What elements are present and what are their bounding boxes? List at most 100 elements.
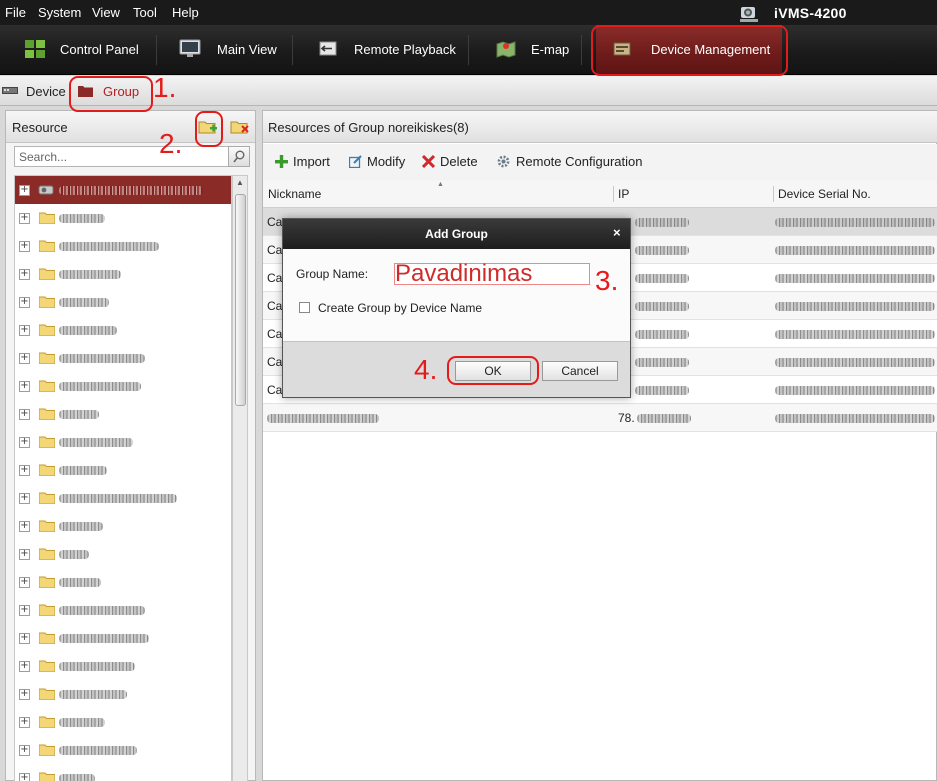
resource-search-input[interactable] [14,146,231,167]
folder-icon [39,548,55,560]
action-bar: Import Modify Delete Remote Configuratio… [263,144,937,180]
expand-icon[interactable]: + [19,297,30,308]
folder-icon [39,716,55,728]
tree-node[interactable]: + [15,288,231,316]
tab-device[interactable]: Device [0,76,68,106]
menu-file[interactable]: File [5,5,26,20]
folder-icon [39,492,55,504]
delete-group-icon[interactable] [230,118,250,136]
tree-node[interactable]: + [15,652,231,680]
edit-icon [349,155,362,168]
expand-icon[interactable]: + [19,549,30,560]
expand-icon[interactable]: + [19,465,30,476]
folder-icon [39,380,55,392]
tree-node[interactable]: + [15,736,231,764]
resource-tree[interactable]: + + + + + + + + + + + + + + + + + + + + … [14,175,232,781]
tree-node[interactable]: + [15,708,231,736]
menu-view[interactable]: View [92,5,120,20]
close-icon[interactable]: × [613,225,621,240]
tree-node[interactable]: + [15,316,231,344]
menu-system[interactable]: System [38,5,81,20]
group-resources-panel: Resources of Group noreikiskes(8) Import… [262,110,937,781]
expand-icon[interactable]: + [19,689,30,700]
tree-node[interactable]: + [15,568,231,596]
device-tab-icon [2,87,18,94]
dialog-title: Add Group [425,227,488,241]
expand-icon[interactable]: + [19,633,30,644]
delete-icon [422,155,435,168]
expand-icon[interactable]: + [19,325,30,336]
folder-icon [39,324,55,336]
toolbar-remote-playback[interactable]: Remote Playback [293,25,468,75]
scroll-up-icon[interactable]: ▲ [236,178,244,187]
expand-icon[interactable]: + [19,381,30,392]
expand-icon[interactable]: + [19,605,30,616]
folder-icon [39,464,55,476]
app-name: iVMS-4200 [774,5,847,21]
tree-node[interactable]: + [15,596,231,624]
expand-icon[interactable]: + [19,717,30,728]
expand-icon[interactable]: + [19,241,30,252]
tree-node[interactable]: + [15,624,231,652]
menu-bar: File System View Tool Help iVMS-4200 [0,0,937,25]
toolbar-label: Control Panel [60,42,139,57]
expand-icon[interactable]: + [19,353,30,364]
plus-icon [275,155,288,168]
expand-icon[interactable]: + [19,773,30,781]
tree-node[interactable]: + [15,484,231,512]
tree-node[interactable]: + [15,372,231,400]
annotation-number-4: 4. [414,354,438,385]
menu-tool[interactable]: Tool [133,5,157,20]
expand-icon[interactable]: + [19,185,30,196]
search-icon [233,150,245,163]
tree-node[interactable]: + [15,764,231,781]
expand-icon[interactable]: + [19,577,30,588]
tree-node[interactable]: + [15,456,231,484]
expand-icon[interactable]: + [19,745,30,756]
search-button[interactable] [228,146,250,167]
scrollbar-thumb[interactable] [235,194,246,406]
tree-node[interactable]: + [15,344,231,372]
column-nickname[interactable]: Nickname [268,187,321,201]
folder-icon [39,688,55,700]
expand-icon[interactable]: + [19,269,30,280]
folder-icon [39,576,55,588]
annotation-number-2: 2. [159,128,183,159]
expand-icon[interactable]: + [19,661,30,672]
group-name-input[interactable]: Pavadinimas [394,262,590,286]
resource-title: Resource [12,120,68,135]
expand-icon[interactable]: + [19,437,30,448]
tree-scrollbar[interactable]: ▲ [232,175,248,781]
toolbar-main-view[interactable]: Main View [157,25,292,75]
tree-root[interactable]: + [15,176,231,204]
expand-icon[interactable]: + [19,213,30,224]
folder-icon [39,240,55,252]
main-toolbar: Control Panel Main View Remote Playback … [0,25,937,75]
column-serial[interactable]: Device Serial No. [778,187,871,201]
toolbar-emap[interactable]: E-map [469,25,581,75]
toolbar-label: E-map [531,42,570,57]
toolbar-label: Main View [217,42,277,57]
tree-node[interactable]: + [15,204,231,232]
cancel-button[interactable]: Cancel [542,361,618,381]
tree-node[interactable]: + [15,680,231,708]
folder-icon [39,436,55,448]
tree-node[interactable]: + [15,540,231,568]
tree-node[interactable]: + [15,512,231,540]
dialog-body: Group Name: Pavadinimas Create Group by … [283,249,630,341]
map-icon [496,41,516,58]
tree-node[interactable]: + [15,232,231,260]
table-row[interactable]: 78. [263,404,937,432]
tree-node[interactable]: + [15,260,231,288]
expand-icon[interactable]: + [19,521,30,532]
expand-icon[interactable]: + [19,409,30,420]
folder-icon [39,408,55,420]
menu-help[interactable]: Help [172,5,199,20]
sort-indicator-icon: ▲ [437,181,444,188]
toolbar-control-panel[interactable]: Control Panel [0,25,156,75]
create-by-device-name-checkbox[interactable] [299,302,310,313]
column-ip[interactable]: IP [618,187,629,201]
tree-node[interactable]: + [15,428,231,456]
expand-icon[interactable]: + [19,493,30,504]
tree-node[interactable]: + [15,400,231,428]
